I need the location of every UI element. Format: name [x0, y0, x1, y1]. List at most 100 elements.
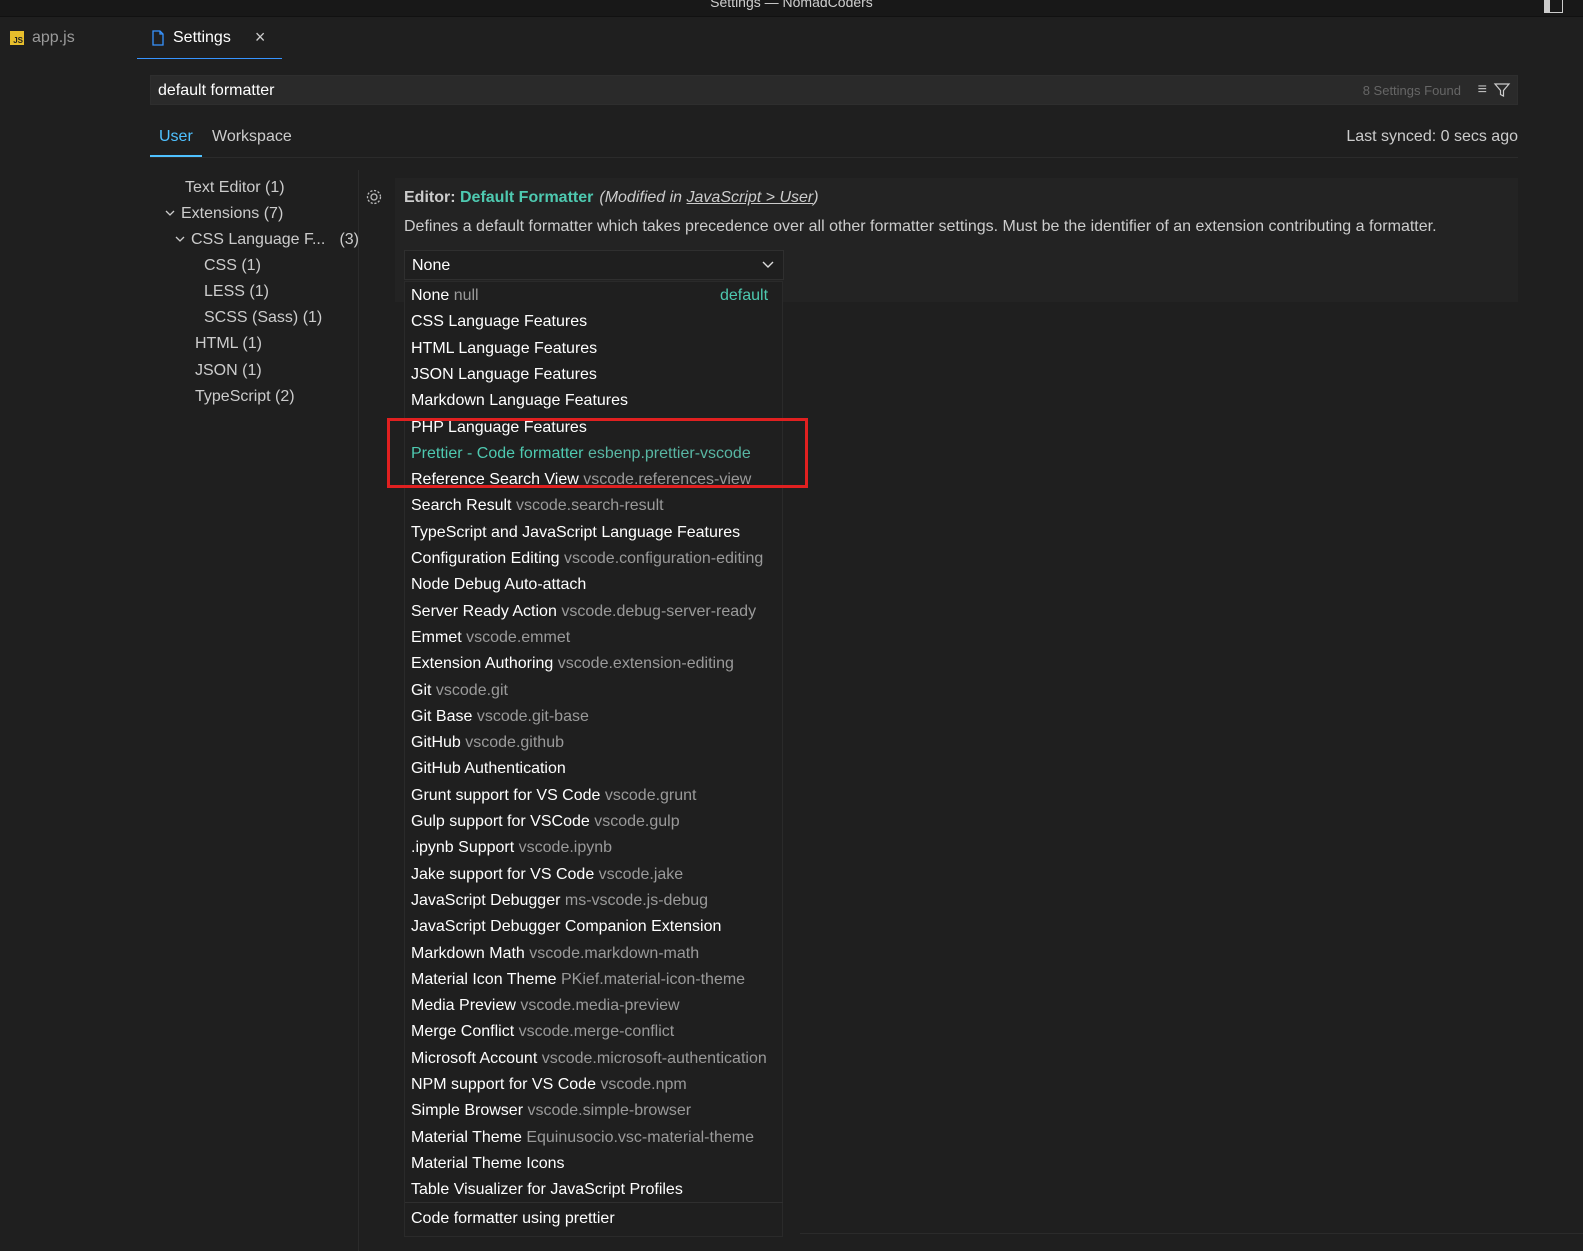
tab-label: app.js	[32, 29, 75, 46]
dropdown-option[interactable]: Microsoft Account vscode.microsoft-authe…	[411, 1050, 767, 1068]
option-extension-id: vscode.emmet	[466, 628, 571, 646]
dropdown-option[interactable]: Material Icon Theme PKief.material-icon-…	[411, 971, 745, 989]
option-label: Microsoft Account	[411, 1049, 538, 1067]
search-query[interactable]: default formatter	[158, 82, 275, 100]
dropdown-option[interactable]: CSS Language Features	[411, 313, 587, 331]
dropdown-option[interactable]: Git Base vscode.git-base	[411, 708, 589, 726]
option-label: TypeScript and JavaScript Language Featu…	[411, 523, 741, 541]
option-extension-id: vscode.markdown-math	[529, 944, 700, 962]
dropdown-option[interactable]: HTML Language Features	[411, 340, 597, 358]
results-count: 8 Settings Found	[1362, 83, 1461, 98]
option-extension-id: vscode.debug-server-ready	[561, 602, 757, 620]
option-label: Gulp support for VSCode	[411, 813, 590, 830]
option-extension-id: vscode.extension-editing	[557, 655, 734, 673]
title-bar: Settings — NomadCoders	[0, 0, 1583, 17]
tab-settings[interactable]: Settings ×	[137, 17, 282, 59]
chevron-down-icon	[165, 210, 175, 216]
option-extension-id: vscode.microsoft-authentication	[541, 1049, 767, 1067]
dropdown-option[interactable]: None null default	[411, 287, 768, 305]
option-label: Simple Browser	[411, 1102, 524, 1120]
gear-icon[interactable]	[364, 187, 384, 207]
dropdown-option[interactable]: Search Result vscode.search-result	[411, 497, 664, 515]
option-extension-id: vscode.github	[465, 734, 564, 752]
option-label: Merge Conflict	[411, 1023, 515, 1041]
dropdown-option[interactable]: JavaScript Debugger ms-vscode.js-debug	[411, 892, 708, 910]
option-extension-id: vscode.simple-browser	[527, 1102, 692, 1120]
dropdown-option[interactable]: Markdown Math vscode.markdown-math	[411, 945, 699, 963]
dropdown-option[interactable]: Material Theme Equinusocio.vsc-material-…	[411, 1129, 754, 1147]
tab-app-js[interactable]: JS app.js	[10, 17, 75, 59]
toc-item-typescript[interactable]: TypeScript (2)	[195, 388, 295, 406]
dropdown-option[interactable]: Grunt support for VS Code vscode.grunt	[411, 787, 697, 805]
last-synced-status: Last synced: 0 secs ago	[1346, 128, 1518, 145]
dropdown-option[interactable]: GitHub vscode.github	[411, 734, 564, 752]
tab-workspace[interactable]: Workspace	[212, 128, 292, 146]
dropdown-option[interactable]: Media Preview vscode.media-preview	[411, 997, 680, 1015]
dropdown-option[interactable]: GitHub Authentication	[411, 760, 566, 778]
option-extension-id: vscode.grunt	[604, 786, 697, 804]
option-extension-id: vscode.merge-conflict	[518, 1023, 675, 1041]
toc-item-css-language-features[interactable]: CSS Language F... (3)	[175, 231, 359, 249]
toc-item-extensions[interactable]: Extensions (7)	[165, 205, 283, 223]
toc-item-less[interactable]: LESS (1)	[204, 283, 269, 301]
dropdown-option[interactable]: JSON Language Features	[411, 366, 597, 384]
chevron-down-icon	[762, 261, 774, 268]
close-icon[interactable]: ×	[255, 27, 266, 48]
option-label: GitHub	[411, 734, 461, 752]
dropdown-option[interactable]: Simple Browser vscode.simple-browser	[411, 1102, 691, 1120]
dropdown-option[interactable]: Markdown Language Features	[411, 392, 628, 410]
tab-user[interactable]: User	[159, 128, 193, 146]
option-label: NPM support for VS Code	[411, 1076, 596, 1093]
dropdown-option[interactable]: Node Debug Auto-attach	[411, 576, 586, 594]
modified-link[interactable]: JavaScript > User	[687, 189, 814, 206]
option-label: Server Ready Action	[411, 602, 557, 620]
dropdown-option[interactable]: Table Visualizer for JavaScript Profiles	[411, 1181, 683, 1199]
file-icon	[152, 29, 164, 46]
option-label: Extension Authoring	[411, 655, 554, 673]
option-label: Table Visualizer for JavaScript Profiles	[411, 1181, 683, 1199]
option-extension-id: vscode.search-result	[515, 497, 664, 515]
tab-label: Settings	[173, 28, 231, 46]
clear-filter-icon[interactable]: ≡	[1478, 81, 1487, 99]
default-formatter-select[interactable]: None	[404, 250, 784, 280]
dropdown-option[interactable]: TypeScript and JavaScript Language Featu…	[411, 524, 740, 542]
divider	[405, 1202, 783, 1203]
dropdown-option[interactable]: Gulp support for VSCode vscode.gulp	[411, 813, 680, 831]
dropdown-option[interactable]: Server Ready Action vscode.debug-server-…	[411, 603, 756, 621]
setting-title: Editor: Default Formatter (Modified in Ja…	[404, 189, 819, 207]
option-extension-id: vscode.git-base	[476, 707, 589, 725]
dropdown-option[interactable]: Merge Conflict vscode.merge-conflict	[411, 1023, 674, 1041]
toc-item-json[interactable]: JSON (1)	[195, 362, 262, 380]
option-label: GitHub Authentication	[411, 760, 566, 778]
toc-item-html[interactable]: HTML (1)	[195, 335, 262, 353]
dropdown-option[interactable]: Jake support for VS Code vscode.jake	[411, 866, 683, 884]
option-label: .ipynb Support	[411, 839, 515, 857]
annotation-highlight-box	[387, 418, 808, 488]
toc-item-css[interactable]: CSS (1)	[204, 257, 261, 275]
divider	[800, 1233, 1583, 1234]
dropdown-option[interactable]: Git vscode.git	[411, 682, 508, 700]
option-description: Code formatter using prettier	[411, 1210, 615, 1227]
option-label: Media Preview	[411, 997, 516, 1015]
dropdown-option[interactable]: Extension Authoring vscode.extension-edi…	[411, 655, 734, 673]
dropdown-option[interactable]: JavaScript Debugger Companion Extension	[411, 918, 721, 936]
option-extension-id: vscode.ipynb	[518, 839, 613, 857]
toc-item-text-editor[interactable]: Text Editor (1)	[185, 179, 285, 197]
setting-name: Default Formatter	[460, 189, 594, 206]
dropdown-option[interactable]: Emmet vscode.emmet	[411, 629, 570, 647]
dropdown-option[interactable]: Material Theme Icons	[411, 1155, 565, 1173]
option-label: Grunt support for VS Code	[411, 786, 601, 804]
settings-search-input[interactable]: default formatter 8 Settings Found ≡	[150, 75, 1518, 105]
setting-description: Defines a default formatter which takes …	[404, 218, 1437, 235]
toc-item-scss[interactable]: SCSS (Sass) (1)	[204, 309, 322, 327]
layout-icon[interactable]	[1544, 0, 1563, 13]
filter-icon[interactable]	[1493, 81, 1511, 99]
toc-count: (3)	[339, 231, 359, 248]
option-label: Material Theme	[411, 1128, 522, 1146]
dropdown-option[interactable]: .ipynb Support vscode.ipynb	[411, 839, 612, 857]
dropdown-option[interactable]: NPM support for VS Code vscode.npm	[411, 1076, 687, 1094]
option-label: JavaScript Debugger Companion Extension	[411, 918, 722, 936]
default-badge: default	[720, 287, 769, 304]
dropdown-option[interactable]: Configuration Editing vscode.configurati…	[411, 550, 763, 568]
toc-divider	[358, 170, 359, 1251]
